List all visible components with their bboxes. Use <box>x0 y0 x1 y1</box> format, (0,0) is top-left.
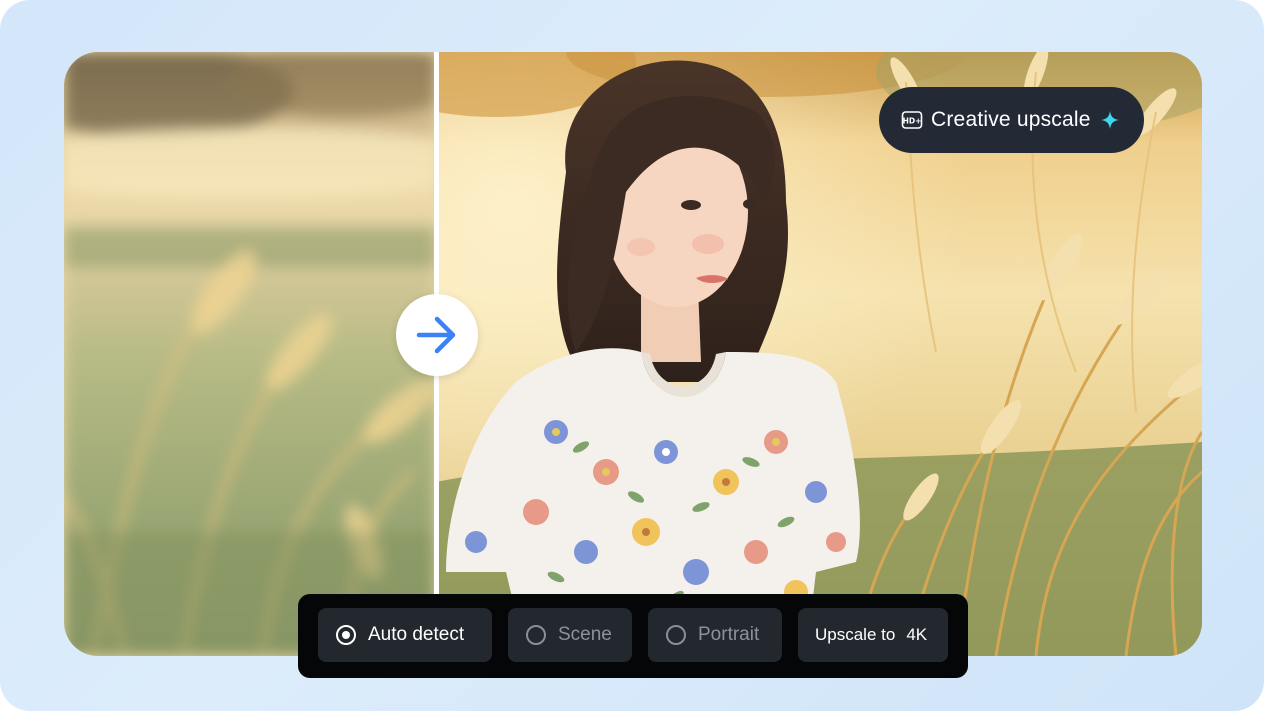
badge-label: Creative upscale <box>931 108 1091 131</box>
hd-plus-icon: HD+ <box>901 109 923 131</box>
upscale-to-label: Upscale to <box>815 625 896 644</box>
before-image <box>64 52 436 656</box>
upscale-toolbar: Auto detect Scene Portrait Upscale to 4K <box>298 594 968 678</box>
scene-label: Scene <box>558 624 612 645</box>
radio-unselected-icon <box>526 625 546 645</box>
svg-text:HD+: HD+ <box>903 117 922 126</box>
portrait-label: Portrait <box>698 624 760 645</box>
before-image-illustration <box>64 52 436 656</box>
radio-selected-icon <box>336 625 356 645</box>
upscale-resolution-value: 4K <box>906 625 928 644</box>
auto-detect-option[interactable]: Auto detect <box>318 608 492 662</box>
arrow-right-icon <box>416 316 456 354</box>
scene-option[interactable]: Scene <box>508 608 632 662</box>
auto-detect-label: Auto detect <box>368 624 465 645</box>
radio-unselected-icon <box>666 625 686 645</box>
compare-handle[interactable] <box>396 294 478 376</box>
sparkle-icon <box>1100 110 1120 130</box>
upscale-to-button[interactable]: Upscale to 4K <box>798 608 948 662</box>
creative-upscale-badge: HD+ Creative upscale <box>879 87 1144 153</box>
app-frame: HD+ Creative upscale Auto detect Scene P… <box>0 0 1264 711</box>
portrait-option[interactable]: Portrait <box>648 608 782 662</box>
